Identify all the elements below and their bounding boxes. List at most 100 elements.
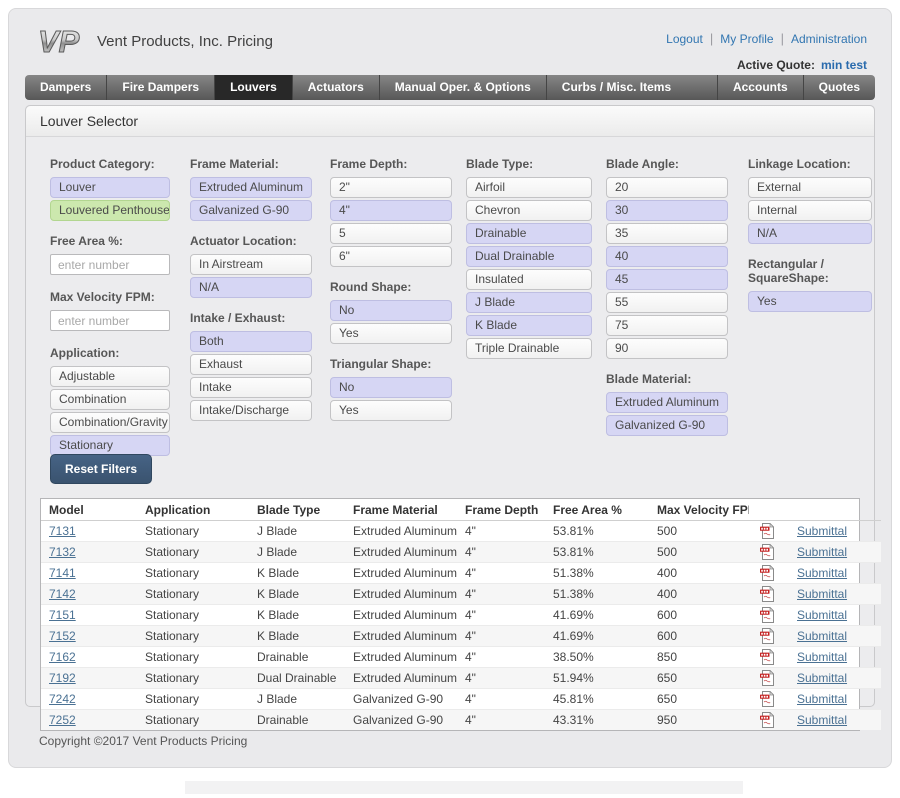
model-link[interactable]: 7142: [49, 587, 76, 601]
submittal-link[interactable]: Submittal: [797, 524, 847, 538]
filter-column: Frame Material: Extruded AluminumGalvaniz…: [190, 157, 312, 434]
nav-tab-actuators[interactable]: Actuators: [292, 75, 379, 100]
filter-option-louvered-penthouse[interactable]: Louvered Penthouse: [50, 200, 170, 221]
filter-option-exhaust[interactable]: Exhaust: [190, 354, 312, 375]
filter-group-label: Frame Material:: [190, 157, 312, 171]
submittal-link[interactable]: Submittal: [797, 629, 847, 643]
filter-option-5[interactable]: 5: [330, 223, 452, 244]
filter-option-chevron[interactable]: Chevron: [466, 200, 592, 221]
filter-option-no[interactable]: No: [330, 300, 452, 321]
max-velocity-fpm-input[interactable]: [50, 310, 170, 331]
my-profile-link[interactable]: My Profile: [720, 32, 773, 46]
nav-tab-accounts[interactable]: Accounts: [717, 75, 803, 100]
submittal-link[interactable]: Submittal: [797, 650, 847, 664]
submittal-link[interactable]: Submittal: [797, 713, 847, 727]
model-link[interactable]: 7252: [49, 713, 76, 727]
pdf-file-icon[interactable]: [760, 523, 774, 539]
col-header-application: Application: [137, 499, 249, 521]
filter-column: Blade Type:AirfoilChevronDrainableDual D…: [466, 157, 592, 372]
nav-tab-dampers[interactable]: Dampers: [25, 75, 106, 100]
free-area-input[interactable]: [50, 254, 170, 275]
filter-option-90[interactable]: 90: [606, 338, 728, 359]
nav-tab-manual-oper-options[interactable]: Manual Oper. & Options: [379, 75, 546, 100]
filter-option-combination-gravity[interactable]: Combination/Gravity: [50, 412, 170, 433]
filter-option-insulated[interactable]: Insulated: [466, 269, 592, 290]
filter-option-55[interactable]: 55: [606, 292, 728, 313]
nav-tab-fire-dampers[interactable]: Fire Dampers: [106, 75, 214, 100]
filter-option-airfoil[interactable]: Airfoil: [466, 177, 592, 198]
model-link[interactable]: 7141: [49, 566, 76, 580]
filter-option-no[interactable]: No: [330, 377, 452, 398]
cell-blade-type: K Blade: [249, 626, 345, 647]
filter-option-adjustable[interactable]: Adjustable: [50, 366, 170, 387]
col-header-frame-material: Frame Material: [345, 499, 457, 521]
filter-option-in-airstream[interactable]: In Airstream: [190, 254, 312, 275]
filter-option-45[interactable]: 45: [606, 269, 728, 290]
filter-option-k-blade[interactable]: K Blade: [466, 315, 592, 336]
pdf-file-icon[interactable]: [760, 670, 774, 686]
filter-option-combination[interactable]: Combination: [50, 389, 170, 410]
submittal-link[interactable]: Submittal: [797, 566, 847, 580]
model-link[interactable]: 7151: [49, 608, 76, 622]
model-link[interactable]: 7131: [49, 524, 76, 538]
submittal-link[interactable]: Submittal: [797, 692, 847, 706]
filter-option-yes[interactable]: Yes: [330, 400, 452, 421]
filter-option-yes[interactable]: Yes: [748, 291, 872, 312]
filter-option-intake[interactable]: Intake: [190, 377, 312, 398]
filter-option-n-a[interactable]: N/A: [748, 223, 872, 244]
model-link[interactable]: 7192: [49, 671, 76, 685]
filter-option-galvanized-g-90[interactable]: Galvanized G-90: [606, 415, 728, 436]
submittal-link[interactable]: Submittal: [797, 608, 847, 622]
nav-tab-louvers[interactable]: Louvers: [214, 75, 292, 100]
filter-option-internal[interactable]: Internal: [748, 200, 872, 221]
filter-option-j-blade[interactable]: J Blade: [466, 292, 592, 313]
logout-link[interactable]: Logout: [666, 32, 703, 46]
model-link[interactable]: 7152: [49, 629, 76, 643]
filter-option-30[interactable]: 30: [606, 200, 728, 221]
filter-option-6[interactable]: 6": [330, 246, 452, 267]
filter-option-yes[interactable]: Yes: [330, 323, 452, 344]
nav-tab-quotes[interactable]: Quotes: [803, 75, 875, 100]
filter-option-both[interactable]: Both: [190, 331, 312, 352]
filter-option-35[interactable]: 35: [606, 223, 728, 244]
results-table: Model Application Blade Type Frame Mater…: [41, 499, 881, 730]
nav-tab-curbs-misc-items[interactable]: Curbs / Misc. Items: [546, 75, 686, 100]
filter-option-n-a[interactable]: N/A: [190, 277, 312, 298]
filter-group-label: Application:: [50, 346, 170, 360]
pdf-file-icon[interactable]: [760, 649, 774, 665]
pdf-file-icon[interactable]: [760, 628, 774, 644]
filter-option-20[interactable]: 20: [606, 177, 728, 198]
filter-group-label: Triangular Shape:: [330, 357, 452, 371]
filter-option-galvanized-g-90[interactable]: Galvanized G-90: [190, 200, 312, 221]
model-link[interactable]: 7132: [49, 545, 76, 559]
reset-filters-button[interactable]: Reset Filters: [50, 454, 152, 484]
filter-option-40[interactable]: 40: [606, 246, 728, 267]
filter-option-extruded-aluminum[interactable]: Extruded Aluminum: [606, 392, 728, 413]
pdf-file-icon[interactable]: [760, 544, 774, 560]
filter-option-triple-drainable[interactable]: Triple Drainable: [466, 338, 592, 359]
pdf-file-icon[interactable]: [760, 565, 774, 581]
filter-option-stationary[interactable]: Stationary: [50, 435, 170, 456]
submittal-link[interactable]: Submittal: [797, 671, 847, 685]
model-link[interactable]: 7242: [49, 692, 76, 706]
filter-option-drainable[interactable]: Drainable: [466, 223, 592, 244]
model-link[interactable]: 7162: [49, 650, 76, 664]
filter-option-intake-discharge[interactable]: Intake/Discharge: [190, 400, 312, 421]
administration-link[interactable]: Administration: [791, 32, 867, 46]
pdf-file-icon[interactable]: [760, 607, 774, 623]
filter-option-external[interactable]: External: [748, 177, 872, 198]
active-quote-link[interactable]: min test: [821, 58, 867, 72]
cell-frame-material: Extruded Aluminum: [345, 563, 457, 584]
pdf-file-icon[interactable]: [760, 691, 774, 707]
filter-option-extruded-aluminum[interactable]: Extruded Aluminum: [190, 177, 312, 198]
filter-option-dual-drainable[interactable]: Dual Drainable: [466, 246, 592, 267]
filter-option-4[interactable]: 4": [330, 200, 452, 221]
cell-frame-material: Extruded Aluminum: [345, 647, 457, 668]
pdf-file-icon[interactable]: [760, 712, 774, 728]
submittal-link[interactable]: Submittal: [797, 587, 847, 601]
filter-option-75[interactable]: 75: [606, 315, 728, 336]
filter-option-2[interactable]: 2": [330, 177, 452, 198]
submittal-link[interactable]: Submittal: [797, 545, 847, 559]
filter-option-louver[interactable]: Louver: [50, 177, 170, 198]
pdf-file-icon[interactable]: [760, 586, 774, 602]
